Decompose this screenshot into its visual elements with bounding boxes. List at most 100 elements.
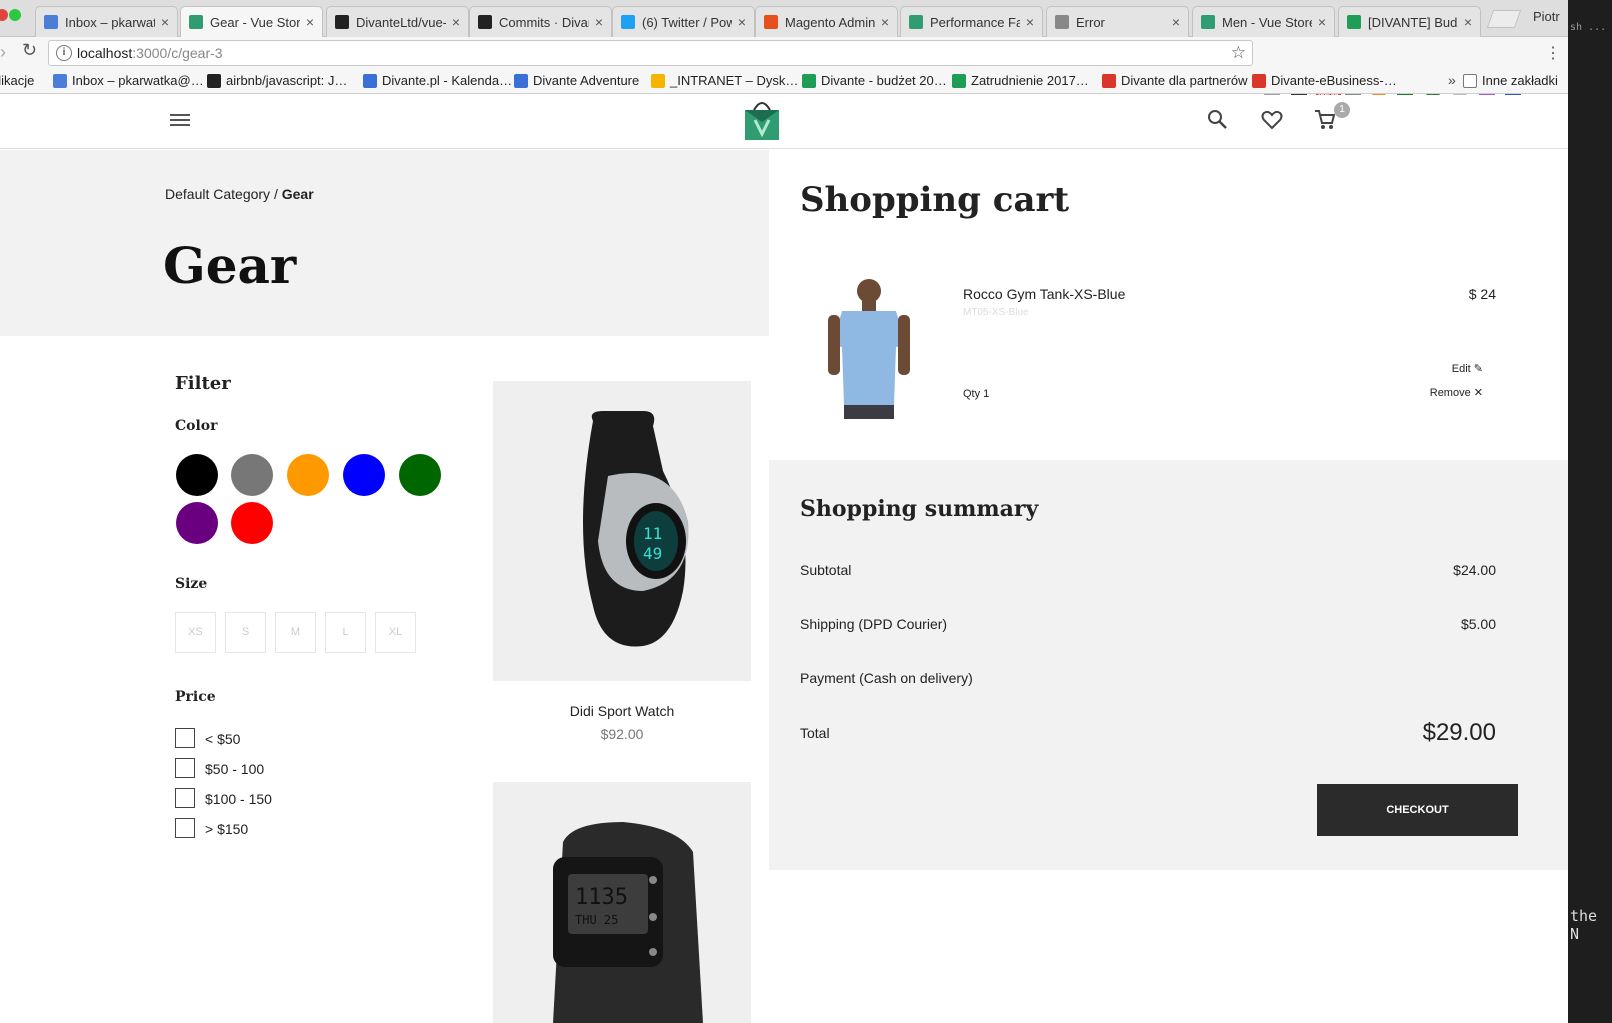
color-swatch[interactable]: [176, 502, 218, 544]
color-swatch[interactable]: [287, 454, 329, 496]
bookmark-item[interactable]: _INTRANET – Dysk…: [651, 73, 798, 88]
svg-text:11: 11: [643, 524, 662, 543]
pencil-icon: ✎: [1473, 363, 1483, 375]
edit-button[interactable]: Edit ✎: [1452, 362, 1483, 375]
background-terminal: sh ... the N: [1568, 0, 1612, 1023]
price-checkbox[interactable]: [175, 788, 195, 808]
shopping-summary-panel: Shopping summary Subtotal $24.00 Shippin…: [769, 460, 1568, 870]
menu-dots-icon[interactable]: ⋮: [1545, 43, 1561, 63]
cart-count-badge: 1: [1334, 102, 1350, 118]
sport-watch-image: 11 49: [583, 411, 689, 647]
cart-icon[interactable]: [1314, 109, 1336, 131]
price-checkbox[interactable]: [175, 758, 195, 778]
tab-close-icon[interactable]: ×: [1172, 14, 1180, 30]
browser-tab[interactable]: Men - Vue Store ×: [1192, 6, 1335, 37]
color-swatch[interactable]: [176, 454, 218, 496]
bookmark-label: Zatrudnienie 2017…: [971, 73, 1089, 88]
tab-close-icon[interactable]: ×: [1026, 14, 1034, 30]
product-card-image[interactable]: 11 49: [493, 381, 751, 681]
tab-close-icon[interactable]: ×: [738, 14, 746, 30]
size-option[interactable]: L: [325, 612, 366, 653]
profile-name[interactable]: Piotr: [1533, 9, 1560, 24]
window-close-dot[interactable]: [0, 9, 8, 21]
color-swatch[interactable]: [231, 502, 273, 544]
tab-close-icon[interactable]: ×: [1318, 14, 1326, 30]
url-host: localhost: [77, 45, 133, 61]
color-filter-label: Color: [175, 418, 218, 434]
bookmark-item[interactable]: plikacje: [0, 73, 34, 88]
checkout-button[interactable]: CHECKOUT: [1317, 784, 1518, 836]
size-option[interactable]: XL: [375, 612, 416, 653]
bookmark-item[interactable]: Inbox – pkarwatka@…: [53, 73, 204, 88]
forward-icon[interactable]: ›: [0, 42, 6, 63]
product-name[interactable]: Didi Sport Watch: [493, 703, 751, 719]
size-option[interactable]: S: [225, 612, 266, 653]
search-icon[interactable]: [1207, 109, 1229, 131]
tab-close-icon[interactable]: ×: [452, 14, 460, 30]
bookmarks-bar: plikacje Inbox – pkarwatka@… airbnb/javasc…: [0, 69, 1612, 94]
browser-tab[interactable]: (6) Twitter / Pow ×: [612, 6, 755, 37]
bookmark-item[interactable]: Divante-eBusiness-…: [1252, 73, 1397, 88]
tab-close-icon[interactable]: ×: [881, 14, 889, 30]
tab-close-icon[interactable]: ×: [1464, 14, 1472, 30]
bookmark-item[interactable]: Divante dla partnerów: [1102, 73, 1247, 88]
tab-close-icon[interactable]: ×: [306, 14, 314, 30]
github-icon: [335, 15, 349, 29]
price-checkbox[interactable]: [175, 818, 195, 838]
mail-icon: [44, 15, 58, 29]
browser-tab[interactable]: Magento Admin ×: [755, 6, 898, 37]
category-hero: Default Category / Gear Gear: [0, 150, 769, 336]
bookmark-label: plikacje: [0, 73, 35, 88]
tab-title: Commits · Divan: [499, 14, 589, 30]
browser-tab[interactable]: Inbox – pkarwatk ×: [35, 6, 178, 37]
cart-item-name[interactable]: Rocco Gym Tank-XS-Blue: [963, 286, 1125, 302]
folder-icon: [1463, 73, 1477, 88]
bookmark-favicon-icon: [1102, 73, 1116, 88]
bookmark-star-icon[interactable]: ☆: [1231, 41, 1246, 65]
url-input[interactable]: i localhost:3000/c/gear-3 ☆: [48, 40, 1253, 66]
bookmark-label: Divante Adventure: [533, 73, 640, 88]
size-option[interactable]: M: [275, 612, 316, 653]
size-option[interactable]: XS: [175, 612, 216, 653]
bookmark-item[interactable]: Zatrudnienie 2017…: [952, 73, 1089, 88]
browser-tab[interactable]: DivanteLtd/vue- ×: [326, 6, 469, 37]
tab-close-icon[interactable]: ×: [595, 14, 603, 30]
window-zoom-dot[interactable]: [9, 9, 21, 21]
bookmark-item[interactable]: Divante.pl - Kalenda…: [363, 73, 512, 88]
color-swatch[interactable]: [399, 454, 441, 496]
browser-tab[interactable]: Performance Fa ×: [900, 6, 1043, 37]
tab-close-icon[interactable]: ×: [161, 14, 169, 30]
tab-title: Men - Vue Store: [1222, 14, 1312, 30]
wishlist-heart-icon[interactable]: [1261, 109, 1283, 131]
bookmark-label: Divante - budżet 20…: [821, 73, 947, 88]
bookmarks-overflow-icon[interactable]: »: [1448, 72, 1456, 88]
github-icon: [478, 15, 492, 29]
reload-icon[interactable]: ↻: [22, 40, 37, 61]
other-bookmarks[interactable]: Inne zakładki: [1463, 73, 1558, 88]
price-checkbox[interactable]: [175, 728, 195, 748]
cart-item-sku: MT05-XS-Blue: [963, 307, 1029, 318]
summary-title: Shopping summary: [800, 496, 1039, 522]
bookmark-item[interactable]: Divante - budżet 20…: [802, 73, 947, 88]
browser-tab[interactable]: [DIVANTE] Budż ×: [1338, 6, 1481, 37]
color-swatch[interactable]: [231, 454, 273, 496]
cart-item-image[interactable]: [824, 275, 914, 425]
svg-text:THU 25: THU 25: [575, 913, 618, 927]
shipping-value: $5.00: [1460, 616, 1496, 632]
browser-tab[interactable]: Error ×: [1046, 6, 1189, 37]
site-info-icon[interactable]: i: [56, 45, 72, 61]
color-swatch[interactable]: [343, 454, 385, 496]
remove-button[interactable]: Remove ✕: [1430, 386, 1483, 399]
hamburger-menu-icon[interactable]: [170, 113, 192, 129]
browser-tab[interactable]: Gear - Vue Store ×: [180, 6, 323, 37]
product-price: $92.00: [600, 726, 644, 742]
store-logo-icon[interactable]: [743, 98, 781, 142]
product-card-image[interactable]: 1135 THU 25: [493, 782, 751, 1023]
breadcrumb-root[interactable]: Default Category: [165, 186, 270, 202]
remove-cart-icon: ✕: [1473, 387, 1483, 399]
new-tab-button[interactable]: [1486, 10, 1522, 28]
browser-tab[interactable]: Commits · Divan ×: [469, 6, 612, 37]
bookmark-item[interactable]: airbnb/javascript: J…: [207, 73, 347, 88]
magento-icon: [764, 15, 778, 29]
bookmark-item[interactable]: Divante Adventure: [514, 73, 639, 88]
